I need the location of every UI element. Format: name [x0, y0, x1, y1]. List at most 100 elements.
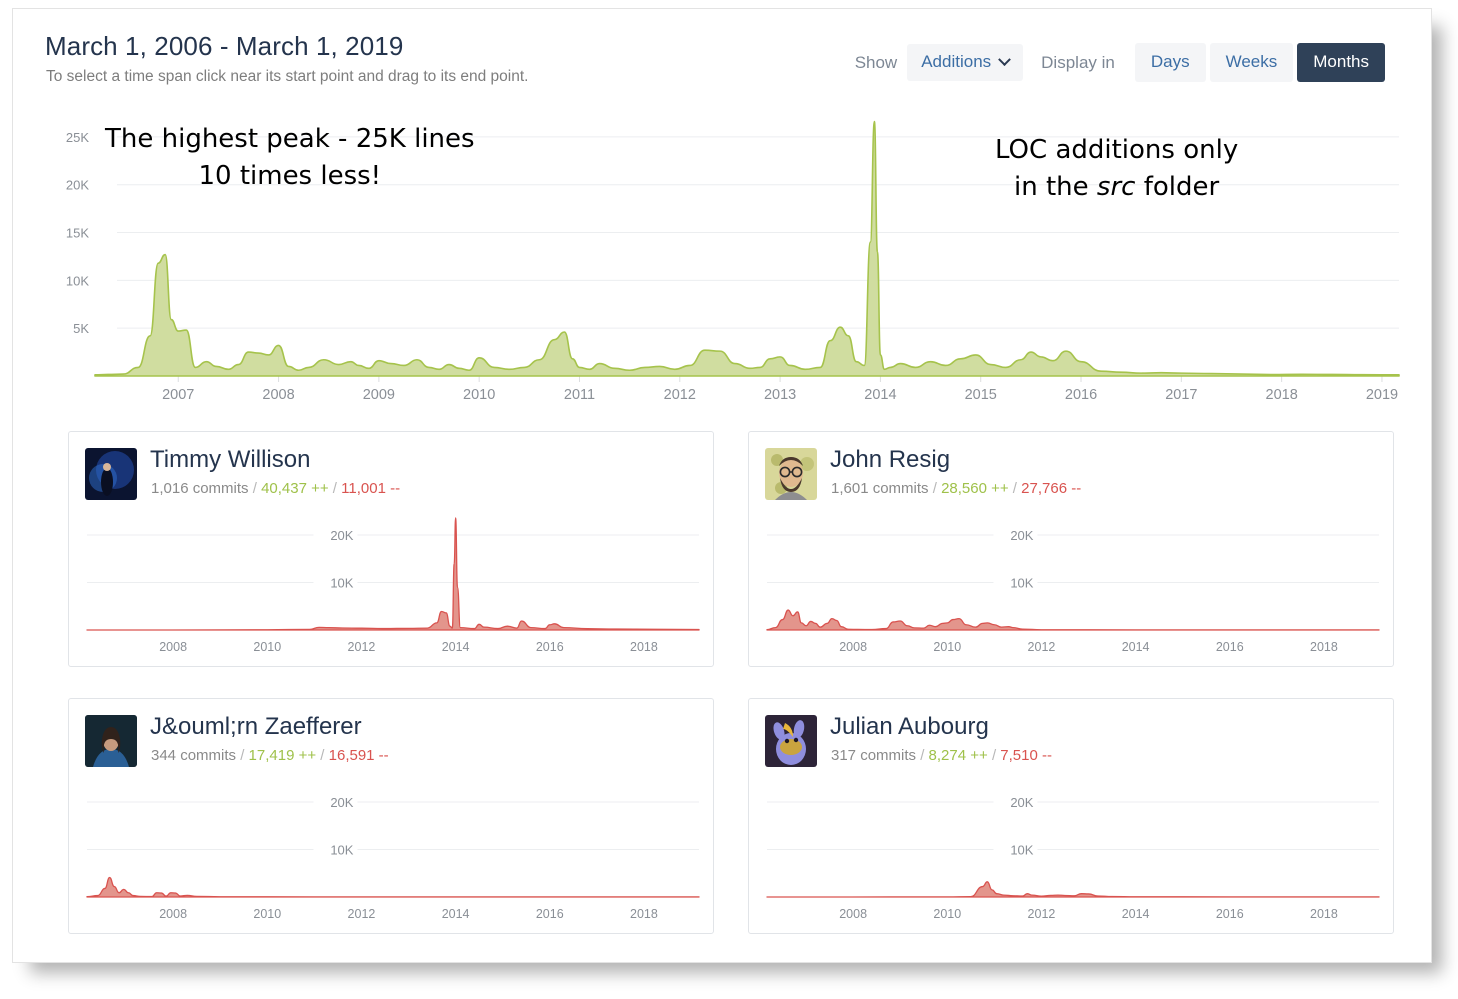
additions-count: 28,560 ++ — [941, 480, 1009, 497]
svg-text:2019: 2019 — [1366, 387, 1398, 403]
svg-text:10K: 10K — [66, 273, 89, 288]
svg-text:2010: 2010 — [933, 907, 961, 921]
range-button-days[interactable]: Days — [1134, 43, 1206, 82]
page-title: March 1, 2006 - March 1, 2019 — [45, 31, 404, 61]
stats-separator: / — [916, 747, 929, 764]
svg-text:25K: 25K — [66, 130, 89, 145]
contributor-stats: 1,016 commits / 40,437 ++ / 11,001 -- — [151, 480, 400, 497]
annotation-right-post: folder — [1135, 171, 1220, 202]
svg-text:2009: 2009 — [363, 387, 395, 403]
stats-separator: / — [987, 747, 1001, 764]
annotation-right-pre: in the — [1014, 171, 1097, 202]
chevron-down-icon — [998, 52, 1012, 66]
contributor-sparkline[interactable]: 10K 20K 2008 2010 2012 2014 2016 2018 — [77, 777, 707, 927]
range-button-group: Days Weeks Months — [1134, 43, 1385, 82]
annotation-loc-src: LOC additions only in the src folder — [995, 132, 1238, 206]
contributor-card: John Resig 1,601 commits / 28,560 ++ / 27… — [748, 431, 1394, 667]
svg-text:2014: 2014 — [442, 640, 470, 654]
page-subtitle: To select a time span click near its sta… — [46, 68, 529, 85]
commit-count: 1,601 commits — [831, 480, 929, 497]
show-label: Show — [854, 52, 898, 72]
range-button-months[interactable]: Months — [1297, 43, 1385, 82]
contributor-card: J&ouml;rn Zaefferer 344 commits / 17,419 … — [68, 698, 714, 934]
svg-text:2016: 2016 — [536, 907, 564, 921]
annotation-right-line1: LOC additions only — [995, 135, 1239, 165]
contributor-sparkline[interactable]: 10K 20K 2008 2010 2012 2014 2016 2018 — [77, 510, 707, 660]
stats-separator: / — [1008, 480, 1022, 497]
svg-text:2012: 2012 — [664, 387, 696, 403]
svg-text:2007: 2007 — [162, 387, 194, 403]
contributor-name: Timmy Willison — [150, 446, 311, 473]
avatar-john-resig — [765, 448, 817, 500]
deletions-count: 7,510 -- — [1000, 747, 1052, 764]
svg-text:10K: 10K — [330, 843, 353, 858]
stats-separator: / — [236, 747, 249, 764]
svg-text:2011: 2011 — [564, 387, 595, 403]
svg-text:2008: 2008 — [159, 640, 187, 654]
avatar-timmy-willison — [85, 448, 137, 500]
contributor-name: John Resig — [830, 446, 951, 473]
svg-text:20K: 20K — [66, 178, 89, 193]
main-additions-chart[interactable]: 5K 10K 15K 20K 25K 2007 2008 2009 2010 2011 2012 20… — [43, 105, 1405, 410]
commit-count: 344 commits — [151, 747, 237, 764]
range-button-weeks[interactable]: Weeks — [1209, 43, 1294, 82]
contributor-card: Timmy Willison 1,016 commits / 40,437 ++ … — [68, 431, 714, 667]
stats-separator: / — [328, 480, 342, 497]
avatar-jorn-zaefferer — [85, 715, 137, 767]
svg-text:10K: 10K — [1010, 576, 1033, 591]
annotation-right-em: src — [1096, 171, 1136, 202]
stats-separator: / — [316, 747, 329, 764]
svg-text:2018: 2018 — [1310, 907, 1338, 921]
svg-text:2008: 2008 — [839, 907, 867, 921]
svg-text:2008: 2008 — [159, 907, 187, 921]
svg-text:2013: 2013 — [764, 387, 796, 403]
svg-text:2012: 2012 — [348, 640, 376, 654]
svg-text:2012: 2012 — [348, 907, 376, 921]
annotation-right-line2: in the src folder — [995, 169, 1238, 206]
svg-text:2018: 2018 — [1266, 387, 1298, 403]
toolbar: Show Additions Display in Days Weeks Mon… — [855, 43, 1385, 82]
svg-text:20K: 20K — [1010, 528, 1033, 543]
svg-text:2008: 2008 — [839, 640, 867, 654]
svg-text:2012: 2012 — [1028, 907, 1056, 921]
deletions-count: 11,001 -- — [341, 480, 401, 497]
svg-text:2018: 2018 — [630, 640, 658, 654]
svg-text:2016: 2016 — [536, 640, 564, 654]
display-in-label: Display in — [1041, 52, 1115, 72]
svg-text:2015: 2015 — [965, 387, 997, 403]
additions-count: 8,274 ++ — [928, 747, 988, 764]
svg-text:20K: 20K — [1010, 795, 1033, 810]
contributor-stats: 317 commits / 8,274 ++ / 7,510 -- — [831, 747, 1052, 764]
svg-text:2014: 2014 — [1122, 907, 1150, 921]
contributor-name: Julian Aubourg — [830, 713, 989, 740]
svg-text:2010: 2010 — [253, 907, 281, 921]
show-select[interactable]: Additions — [907, 44, 1024, 81]
svg-text:20K: 20K — [330, 795, 353, 810]
stats-page-card: March 1, 2006 - March 1, 2019 To select … — [12, 8, 1432, 963]
annotation-left-line1: The highest peak - 25K lines — [105, 124, 475, 154]
page-header: March 1, 2006 - March 1, 2019 To select … — [13, 9, 1431, 95]
svg-text:20K: 20K — [330, 528, 353, 543]
annotation-highest-peak: The highest peak - 25K lines 10 times le… — [105, 121, 475, 195]
svg-text:2014: 2014 — [442, 907, 470, 921]
commit-count: 317 commits — [831, 747, 917, 764]
svg-text:2010: 2010 — [933, 640, 961, 654]
contributor-stats: 1,601 commits / 28,560 ++ / 27,766 -- — [831, 480, 1081, 497]
svg-text:2018: 2018 — [1310, 640, 1338, 654]
svg-text:2010: 2010 — [463, 387, 495, 403]
svg-text:5K: 5K — [73, 321, 89, 336]
svg-text:2010: 2010 — [253, 640, 281, 654]
svg-text:2016: 2016 — [1065, 387, 1097, 403]
svg-text:2012: 2012 — [1028, 640, 1056, 654]
svg-text:2017: 2017 — [1165, 387, 1197, 403]
contributor-sparkline[interactable]: 10K 20K 2008 2010 2012 2014 2016 2018 — [757, 777, 1387, 927]
additions-count: 40,437 ++ — [261, 480, 329, 497]
contributor-sparkline[interactable]: 10K 20K 2008 2010 2012 2014 2016 2018 — [757, 510, 1387, 660]
annotation-left-line2: 10 times less! — [198, 160, 382, 191]
contributor-name: J&ouml;rn Zaefferer — [150, 713, 362, 740]
svg-text:2008: 2008 — [262, 387, 294, 403]
stats-separator: / — [248, 480, 262, 497]
stats-separator: / — [928, 480, 942, 497]
svg-text:2014: 2014 — [1122, 640, 1150, 654]
svg-text:2016: 2016 — [1216, 640, 1244, 654]
